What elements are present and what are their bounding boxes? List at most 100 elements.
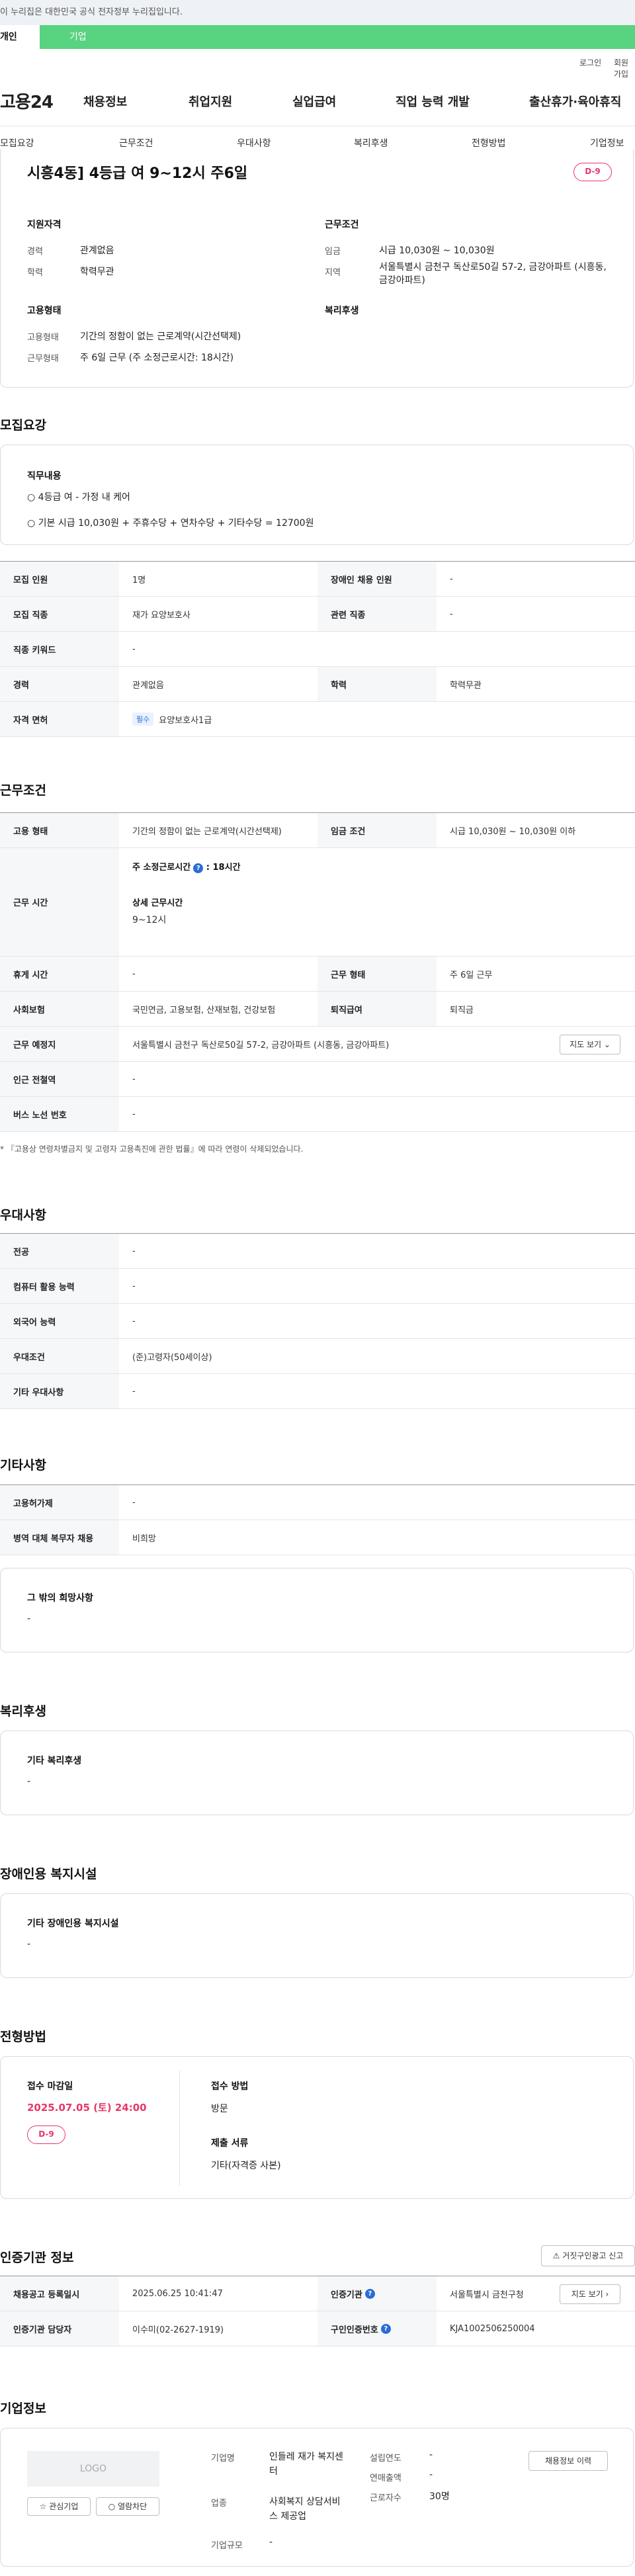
company-size-label: 기업규모 [211, 2541, 243, 2551]
table-header: 임금 조건 [318, 813, 437, 847]
company-name-value: 인들레 재가 복지센터 [269, 2452, 343, 2477]
table-row: 모집 직종 재가 요양보호사 관련 직종 - [0, 597, 635, 632]
other-wishes-title: 그 밖의 희망사항 [27, 1593, 93, 1604]
nav-vocational-training[interactable]: 직업 능력 개발 [396, 93, 470, 110]
section-title-etc: 기타사항 [0, 1458, 46, 1473]
table-row: 버스 노선 번호 - [0, 1097, 635, 1132]
table-header: 우대조건 [0, 1339, 119, 1373]
week-hours: 주 소정근로시간? : 18시간 [132, 860, 241, 873]
help-icon[interactable]: ? [380, 2323, 391, 2334]
report-fake-ad-button[interactable]: ⚠ 거짓구인광고 신고 [541, 2245, 635, 2266]
section-title-benefit: 복리후생 [0, 1704, 46, 1719]
region-value: 서울특별시 금천구 독산로50길 57-2, 금강아파트 (시흥동, 금강아파트… [379, 262, 607, 286]
wage-label: 임금 [325, 247, 341, 257]
benefit-value: - [27, 1776, 31, 1787]
dday-badge: D-9 [27, 2125, 65, 2144]
table-row: 병역 대체 복무자 채용 비희망 [0, 1520, 635, 1555]
table-header: 외국어 능력 [0, 1304, 119, 1338]
career-value: 관계없음 [80, 245, 114, 256]
table-cell: - [450, 574, 453, 584]
table-row: 고용허가제 - [0, 1485, 635, 1520]
duty-card: 직무내용 ○ 4등급 여 - 가정 내 케어 ○ 기본 시급 10,030원 +… [0, 445, 634, 545]
notice-text: 이 누리집은 대한민국 공식 전자정부 누리집입니다. [0, 7, 183, 17]
anchor-company[interactable]: 기업정보 [590, 136, 624, 150]
duty-line-2: ○ 기본 시급 10,030원 + 주휴수당 + 연차수당 + 기타수당 = 1… [27, 518, 314, 529]
table-row: 직종 키워드 - [0, 632, 635, 667]
hiring-history-button[interactable]: 채용정보 이력 [529, 2451, 608, 2471]
anchor-prefer[interactable]: 우대사항 [237, 136, 271, 150]
employment-type-label: 고용형태 [27, 333, 59, 343]
help-icon[interactable]: ? [364, 2288, 375, 2299]
signup-link[interactable]: 회원가입 [614, 57, 635, 79]
docs-label: 제출 서류 [211, 2138, 249, 2149]
table-header: 버스 노선 번호 [0, 1097, 119, 1131]
company-logo: LOGO [27, 2451, 159, 2487]
process-card: 접수 마감일 2025.07.05 (토) 24:00 D-9 접수 방법 방문… [0, 2056, 634, 2199]
table-row: 사회보험 국민연금, 고용보험, 산재보험, 건강보험 퇴직급여 퇴직금 [0, 992, 635, 1027]
tab-personal[interactable]: 개인 [0, 25, 40, 49]
detail-hours-value: 9~12시 [132, 915, 167, 925]
section-title-agency: 인증기관 정보 [0, 2251, 74, 2265]
industry-label: 업종 [211, 2499, 227, 2509]
table-header: 기타 우대사항 [0, 1374, 119, 1408]
company-card: LOGO ☆ 관심기업 ○ 열람차단 기업명 인들레 재가 복지센터 업종 사회… [0, 2428, 634, 2567]
section-title-recruit: 모집요강 [0, 418, 46, 433]
map-view-button[interactable]: 지도 보기 ⌄ [560, 1035, 620, 1054]
other-wishes-card: 그 밖의 희망사항 - [0, 1568, 634, 1653]
chevron-down-icon: ⌄ [603, 1040, 611, 1049]
table-cell: 관계없음 [132, 680, 164, 691]
tab-company[interactable]: 기업 [40, 25, 635, 49]
anchor-process[interactable]: 전형방법 [472, 136, 506, 150]
table-header: 병역 대체 복무자 채용 [0, 1520, 119, 1555]
nav-parental-leave[interactable]: 출산휴가·육아휴직 [529, 93, 621, 110]
agency-label: 인증기관 [331, 2290, 362, 2300]
site-logo[interactable]: 고용24 [0, 89, 54, 113]
favorite-company-button[interactable]: ☆ 관심기업 [27, 2497, 91, 2516]
nav-unemployment-benefit[interactable]: 실업급여 [292, 93, 336, 110]
anchor-work[interactable]: 근무조건 [119, 136, 153, 150]
required-tag: 필수 [132, 712, 154, 726]
help-icon[interactable]: ? [193, 863, 204, 873]
table-cell: - [132, 1497, 136, 1508]
chevron-right-icon: › [605, 2290, 609, 2299]
table-cell: 서울특별시 금천구 독산로50길 57-2, 금강아파트 (시흥동, 금강아파트… [132, 1040, 390, 1051]
job-title: 시흥4동] 4등급 여 9~12시 주6일 [27, 165, 248, 182]
table-cell: 기간의 정함이 없는 근로계약(시간선택제) [132, 826, 282, 837]
table-header: 퇴직급여 [318, 992, 437, 1026]
agency-map-label: 지도 보기 [571, 2290, 603, 2299]
login-link[interactable]: 로그인 [579, 57, 601, 68]
disabled-facility-card: 기타 장애인용 복지시설 - [0, 1893, 634, 1978]
table-cell: - [132, 1109, 136, 1119]
table-header: 컴퓨터 활용 능력 [0, 1269, 119, 1303]
table-row: 외국어 능력 - [0, 1304, 635, 1339]
nav-jobs[interactable]: 채용정보 [83, 93, 127, 110]
table-header: 고용 형태 [0, 813, 119, 847]
table-header: 자격 면허 [0, 702, 119, 736]
table-cell: - [132, 1074, 136, 1084]
table-header: 모집 인원 [0, 562, 119, 596]
staff-count-label: 근로자수 [370, 2493, 402, 2503]
anchor-recruit[interactable]: 모집요강 [0, 136, 34, 150]
table-cell: 필수 요양보호사1급 [119, 702, 635, 736]
table-header: 경력 [0, 667, 119, 701]
employment-title: 고용형태 [27, 306, 62, 316]
agency-map-button[interactable]: 지도 보기 › [560, 2284, 620, 2304]
dday-badge: D-9 [573, 163, 612, 181]
section-title-disabled-facility: 장애인용 복지시설 [0, 1867, 97, 1881]
table-header: 모집 직종 [0, 597, 119, 631]
condition-title: 근무조건 [325, 220, 359, 230]
table-cell: - [132, 968, 136, 979]
table-header: 관련 직종 [318, 597, 437, 631]
block-view-button[interactable]: ○ 열람차단 [96, 2497, 159, 2516]
table-row: 경력 관계없음 학력 학력무관 [0, 667, 635, 702]
map-view-label: 지도 보기 [570, 1040, 602, 1049]
duty-line-1: ○ 4등급 여 - 가정 내 케어 [27, 492, 130, 503]
table-header: 구인인증번호? [318, 2311, 437, 2346]
user-type-tabs: 개인 기업 [0, 25, 635, 49]
career-label: 경력 [27, 247, 43, 257]
sales-label: 연매출액 [370, 2473, 402, 2483]
anchor-benefit[interactable]: 복리후생 [354, 136, 388, 150]
nav-employment-support[interactable]: 취업지원 [189, 93, 232, 110]
method-value: 방문 [211, 2104, 228, 2114]
table-cell: 재가 요양보호사 [132, 610, 190, 621]
